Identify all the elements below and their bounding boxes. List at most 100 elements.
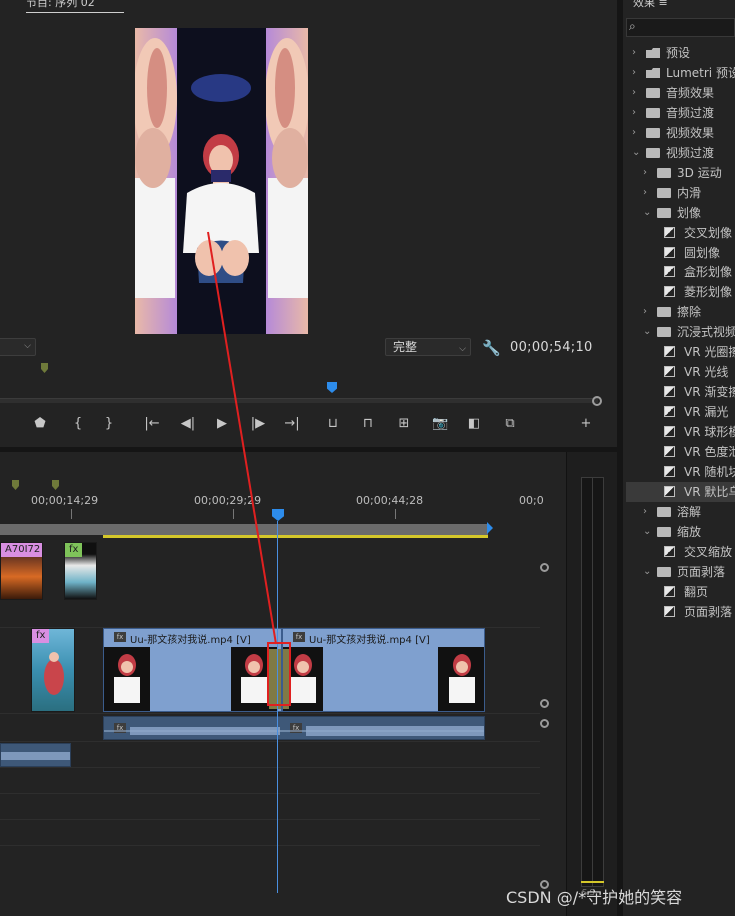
work-area-bar[interactable] — [0, 524, 488, 535]
audio-track-a5[interactable] — [0, 820, 540, 846]
effects-tree-item[interactable]: ⌄ 缩放 — [626, 522, 735, 542]
lift-button[interactable]: ⊔ — [325, 413, 341, 435]
trim-button[interactable]: ⊞ — [396, 413, 412, 435]
effects-tree-item[interactable]: VR 球形模糊 — [626, 422, 735, 442]
work-area-end-handle[interactable] — [487, 522, 493, 534]
effects-tree-item[interactable]: 圆划像 — [626, 243, 735, 263]
effects-tab[interactable]: 效果 ≡ — [633, 0, 668, 10]
comparison-view-button[interactable]: ◧ — [466, 413, 482, 435]
chevron-right-icon[interactable]: › — [632, 43, 636, 63]
video-track-v2[interactable]: A70I72 fx — [0, 542, 549, 628]
chevron-down-icon[interactable]: ⌄ — [643, 562, 651, 582]
effects-tree-item[interactable]: VR 色度泄漏 — [626, 442, 735, 462]
chevron-right-icon[interactable]: › — [632, 103, 636, 123]
effects-tree-item[interactable]: › Lumetri 预设 — [626, 63, 735, 83]
effects-tree-label: 3D 运动 — [677, 165, 722, 180]
clip-thumbnail[interactable]: A70I72 — [0, 542, 43, 600]
effects-tree-item[interactable]: ⌄ 沉浸式视频 — [626, 322, 735, 342]
effects-tree-item[interactable]: VR 默比乌斯缩放 — [626, 481, 735, 502]
video-preview-image — [135, 28, 308, 334]
effects-tree-item[interactable]: › 预设 — [626, 43, 735, 63]
step-back-button[interactable]: ◀| — [180, 413, 196, 435]
render-status-bar — [103, 535, 488, 538]
button-editor-button[interactable]: + — [578, 413, 594, 435]
audio-track-a3[interactable] — [0, 768, 540, 794]
chevron-down-icon[interactable]: ⌄ — [643, 203, 651, 223]
proxy-button[interactable]: ⧉ — [502, 413, 518, 435]
video-clip[interactable]: fx Uu-那文孩对我说.mp4 [V] — [103, 628, 282, 712]
effects-tree-item[interactable]: › 溶解 — [626, 502, 735, 522]
effects-tree-item[interactable]: ⌄ 划像 — [626, 203, 735, 223]
timeline-marker[interactable] — [52, 480, 59, 490]
video-track-v1[interactable]: fx fx Uu-那文孩对我说.mp4 [V] fx Uu-那文孩对我说.mp4… — [0, 628, 549, 714]
effects-tree-item[interactable]: 交叉划像 — [626, 223, 735, 243]
folder-icon — [646, 87, 660, 98]
effects-tree-item[interactable]: 菱形划像 — [626, 282, 735, 302]
chevron-right-icon[interactable]: › — [643, 163, 647, 183]
step-forward-button[interactable]: |▶ — [250, 413, 266, 435]
chevron-right-icon[interactable]: › — [643, 183, 647, 203]
audio-track-a1[interactable]: fx fx — [0, 714, 549, 742]
effects-tree-item[interactable]: › 擦除 — [626, 302, 735, 322]
track-scroll-handle[interactable] — [540, 699, 549, 708]
effects-tree-item[interactable]: 交叉缩放 — [626, 542, 735, 562]
fit-dropdown[interactable]: ⌵ — [0, 338, 36, 356]
transition-icon — [664, 485, 675, 497]
track-scroll-handle[interactable] — [540, 719, 549, 728]
effects-tree-item[interactable]: › 音频效果 — [626, 83, 735, 103]
effects-tree-item[interactable]: VR 渐变擦除 — [626, 382, 735, 402]
monitor-time-ruler[interactable] — [0, 398, 598, 403]
chevron-down-icon[interactable]: ⌄ — [643, 522, 651, 542]
effects-tree-item[interactable]: › 3D 运动 — [626, 163, 735, 183]
effects-search-input[interactable] — [626, 18, 735, 37]
effects-tree-label: 菱形划像 — [684, 285, 733, 300]
audio-track-a2[interactable] — [0, 742, 540, 768]
chevron-right-icon[interactable]: › — [632, 123, 636, 143]
chevron-right-icon[interactable]: › — [632, 83, 636, 103]
chevron-right-icon[interactable]: › — [632, 63, 636, 83]
program-timecode[interactable]: 00;00;54;10 — [510, 340, 593, 355]
monitor-playhead[interactable] — [327, 382, 337, 393]
effects-tree-item[interactable]: 翻页 — [626, 582, 735, 602]
chevron-right-icon[interactable]: › — [643, 502, 647, 522]
track-scroll-handle[interactable] — [540, 563, 549, 572]
effects-tree-item[interactable]: VR 光圈擦除 — [626, 342, 735, 362]
chevron-right-icon[interactable]: › — [643, 302, 647, 322]
clip-thumbnail[interactable]: fx — [64, 542, 97, 600]
effects-tree-item[interactable]: › 音频过渡 — [626, 103, 735, 123]
audio-clip[interactable] — [0, 743, 71, 767]
effects-tree-item[interactable]: ⌄ 页面剥落 — [626, 562, 735, 582]
extract-button[interactable]: ⊓ — [360, 413, 376, 435]
clip-thumbnail[interactable]: fx — [31, 628, 75, 712]
audio-clip[interactable]: fx fx — [103, 716, 485, 740]
playback-resolution-dropdown[interactable]: 完整 ⌵ — [385, 338, 471, 356]
monitor-marker[interactable] — [41, 363, 48, 373]
transition-icon — [664, 346, 675, 358]
go-to-in-button[interactable]: |← — [144, 413, 160, 435]
add-marker-button[interactable]: ⬟ — [32, 413, 48, 435]
effects-tree-item[interactable]: VR 随机块 — [626, 462, 735, 482]
video-clip[interactable]: fx Uu-那文孩对我说.mp4 [V] — [282, 628, 485, 712]
mark-out-button[interactable]: } — [101, 413, 117, 435]
effects-tree-item[interactable]: › 视频效果 — [626, 123, 735, 143]
mark-in-button[interactable]: { — [70, 413, 86, 435]
effects-tree-label: 划像 — [677, 205, 702, 220]
effects-tree-item[interactable]: › 内滑 — [626, 183, 735, 203]
effects-tree-item[interactable]: VR 光线 — [626, 362, 735, 382]
timeline-marker[interactable] — [12, 480, 19, 490]
effects-tree-item[interactable]: 盒形划像 — [626, 262, 735, 282]
wrench-icon[interactable]: 🔧 — [482, 339, 501, 357]
program-monitor-tab[interactable]: 节目: 序列 02 — [26, 0, 95, 10]
chevron-down-icon[interactable]: ⌄ — [643, 322, 651, 342]
chevron-down-icon[interactable]: ⌄ — [632, 143, 640, 163]
effects-tree-item[interactable]: VR 漏光 — [626, 402, 735, 422]
audio-track-a4[interactable] — [0, 794, 540, 820]
timeline-panel: 00;00;14;29 00;00;29;29 00;00;44;28 00;0… — [0, 452, 566, 916]
monitor-zoom-handle[interactable] — [592, 396, 602, 406]
export-frame-button[interactable]: 📷 — [432, 413, 448, 435]
play-button[interactable]: ▶ — [214, 413, 230, 435]
effects-tree-item[interactable]: 页面剥落 — [626, 602, 735, 622]
fx-badge: fx — [65, 543, 83, 557]
effects-tree-item[interactable]: ⌄ 视频过渡 — [626, 143, 735, 163]
go-to-out-button[interactable]: →| — [284, 413, 300, 435]
